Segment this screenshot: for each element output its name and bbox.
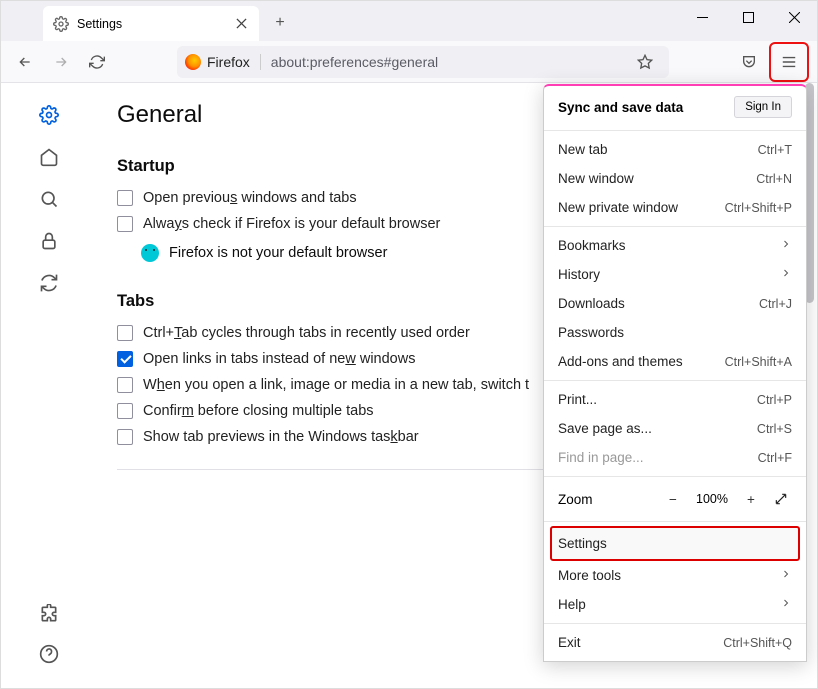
checkbox[interactable] — [117, 429, 133, 445]
close-tab-button[interactable] — [233, 16, 249, 32]
menu-print[interactable]: Print...Ctrl+P — [544, 385, 806, 414]
gear-icon — [53, 16, 69, 32]
menu-history[interactable]: History — [544, 260, 806, 289]
checkbox-label: Open links in tabs instead of new window… — [143, 351, 415, 367]
identity-label: Firefox — [207, 54, 250, 70]
identity-box[interactable]: Firefox — [185, 54, 261, 70]
sidebar-extensions-icon[interactable] — [39, 604, 59, 624]
menu-settings[interactable]: Settings — [544, 526, 806, 561]
toolbar: Firefox about:preferences#general — [1, 41, 817, 83]
pocket-button[interactable] — [733, 46, 765, 78]
checkbox-label: Open previous windows and tabs — [143, 190, 357, 206]
new-tab-button[interactable]: + — [265, 8, 295, 38]
checkbox-label: Confirm before closing multiple tabs — [143, 403, 374, 419]
close-window-button[interactable] — [771, 1, 817, 33]
zoom-in-button[interactable]: + — [740, 488, 762, 510]
checkbox[interactable] — [117, 403, 133, 419]
checkbox-label: Ctrl+Tab cycles through tabs in recently… — [143, 325, 470, 341]
default-status-text: Firefox is not your default browser — [169, 245, 387, 261]
forward-button[interactable] — [45, 46, 77, 78]
checkbox-label: Show tab previews in the Windows taskbar — [143, 429, 419, 445]
sidebar-help-icon[interactable] — [39, 644, 59, 664]
checkbox[interactable] — [117, 216, 133, 232]
menu-save-as[interactable]: Save page as...Ctrl+S — [544, 414, 806, 443]
settings-sidebar — [1, 83, 97, 688]
menu-passwords[interactable]: Passwords — [544, 318, 806, 347]
menu-new-window[interactable]: New windowCtrl+N — [544, 164, 806, 193]
tab-title: Settings — [77, 17, 122, 31]
maximize-button[interactable] — [725, 1, 771, 33]
sidebar-privacy-icon[interactable] — [39, 231, 59, 251]
back-button[interactable] — [9, 46, 41, 78]
reload-button[interactable] — [81, 46, 113, 78]
app-menu-highlight — [769, 42, 809, 82]
sidebar-search-icon[interactable] — [39, 189, 59, 209]
sign-in-button[interactable]: Sign In — [734, 96, 792, 118]
menu-exit[interactable]: ExitCtrl+Shift+Q — [544, 628, 806, 657]
address-bar[interactable]: Firefox about:preferences#general — [177, 46, 669, 78]
checkbox[interactable] — [117, 377, 133, 393]
menu-addons[interactable]: Add-ons and themesCtrl+Shift+A — [544, 347, 806, 376]
checkbox-label: When you open a link, image or media in … — [143, 377, 529, 393]
menu-help[interactable]: Help — [544, 590, 806, 619]
chevron-right-icon — [780, 568, 792, 583]
menu-downloads[interactable]: DownloadsCtrl+J — [544, 289, 806, 318]
sidebar-sync-icon[interactable] — [39, 273, 59, 293]
bookmark-star-button[interactable] — [629, 46, 661, 78]
chevron-right-icon — [780, 597, 792, 612]
menu-new-tab[interactable]: New tabCtrl+T — [544, 135, 806, 164]
minimize-button[interactable] — [679, 1, 725, 33]
menu-zoom-row: Zoom − 100% + — [544, 481, 806, 517]
zoom-label: Zoom — [558, 492, 593, 507]
sidebar-general-icon[interactable] — [39, 105, 59, 125]
chevron-right-icon — [780, 238, 792, 253]
checkbox-label: Always check if Firefox is your default … — [143, 216, 440, 232]
menu-find: Find in page...Ctrl+F — [544, 443, 806, 472]
sad-face-icon — [141, 244, 159, 262]
menu-new-private-window[interactable]: New private windowCtrl+Shift+P — [544, 193, 806, 222]
checkbox[interactable] — [117, 190, 133, 206]
window-controls — [679, 1, 817, 33]
firefox-icon — [185, 54, 201, 70]
menu-more-tools[interactable]: More tools — [544, 561, 806, 590]
app-menu-button[interactable] — [773, 46, 805, 78]
menu-sync-header: Sync and save data Sign In — [544, 86, 806, 126]
menu-bookmarks[interactable]: Bookmarks — [544, 231, 806, 260]
checkbox[interactable] — [117, 325, 133, 341]
chevron-right-icon — [780, 267, 792, 282]
browser-tab[interactable]: Settings — [43, 6, 259, 41]
fullscreen-button[interactable] — [770, 488, 792, 510]
zoom-out-button[interactable]: − — [662, 488, 684, 510]
checkbox[interactable] — [117, 351, 133, 367]
url-text: about:preferences#general — [271, 54, 438, 70]
app-menu: Sync and save data Sign In New tabCtrl+T… — [543, 84, 807, 662]
zoom-value: 100% — [692, 492, 732, 506]
sidebar-home-icon[interactable] — [39, 147, 59, 167]
titlebar: Settings + — [1, 1, 817, 41]
